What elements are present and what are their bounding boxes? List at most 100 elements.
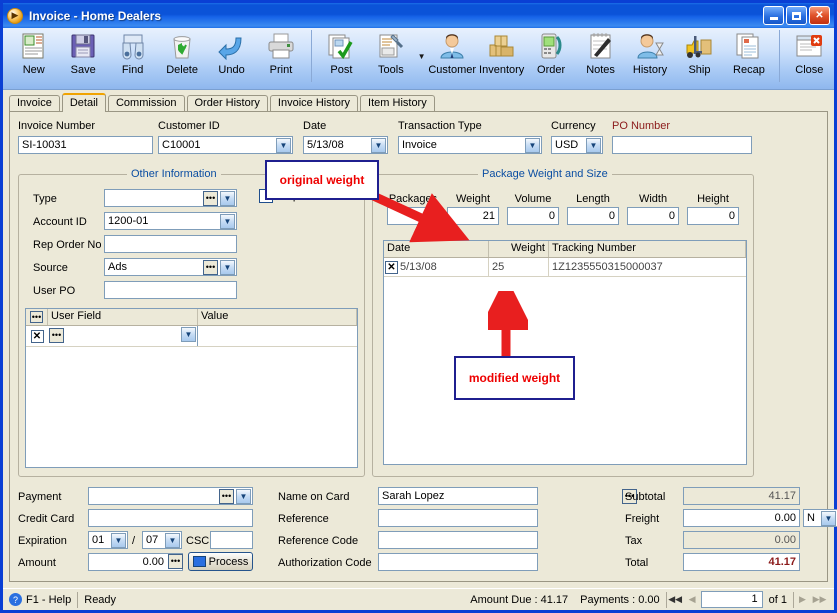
toolbar-button-history[interactable]: History [625, 28, 674, 86]
value-cell[interactable] [198, 326, 357, 346]
chevron-down-icon[interactable]: ▼ [181, 327, 196, 342]
process-button[interactable]: Process [188, 552, 253, 571]
chevron-down-icon[interactable]: ▼ [236, 489, 251, 504]
toolbar-button-ship[interactable]: Ship [675, 28, 724, 86]
toolbar-button-notes[interactable]: Notes [576, 28, 625, 86]
chevron-down-icon[interactable]: ▼ [276, 138, 291, 153]
height-column: Height 0 [687, 193, 739, 225]
authorization-code-input[interactable] [378, 553, 538, 571]
ellipsis-lookup-icon[interactable]: ••• [49, 328, 64, 343]
payment-combo[interactable]: ••• ▼ [88, 487, 253, 505]
toolbar-button-order[interactable]: Order [526, 28, 575, 86]
payments-label: Payments : 0.00 [580, 593, 660, 606]
volume-input[interactable]: 0 [507, 207, 559, 225]
toolbar-button-tools[interactable]: Tools [366, 28, 415, 86]
chevron-down-icon[interactable]: ▼ [220, 191, 235, 206]
currency-combo[interactable]: USD ▼ [551, 136, 603, 154]
page-number-input[interactable]: 1 [700, 591, 763, 608]
chevron-down-icon[interactable]: ▼ [165, 533, 180, 548]
toolbar-button-post[interactable]: Post [317, 28, 366, 86]
rep-order-no-input[interactable] [104, 235, 237, 253]
type-combo[interactable]: ••• ▼ [104, 189, 237, 207]
reference-input[interactable] [378, 509, 538, 527]
expiration-month-combo[interactable]: 01 ▼ [88, 531, 128, 549]
chevron-down-icon[interactable]: ▼ [525, 138, 540, 153]
packages-grid[interactable]: Date Weight Tracking Number ✕ 5/13/08 25… [383, 240, 747, 465]
freight-input[interactable]: 0.00 [683, 509, 800, 527]
name-on-card-input[interactable]: Sarah Lopez ••• [378, 487, 637, 505]
minimize-button[interactable] [763, 6, 784, 25]
user-field-cell[interactable]: ••• ▼ [48, 326, 198, 346]
delete-row-icon[interactable]: ✕ [30, 329, 44, 343]
nav-prev-button[interactable]: ◀ [684, 591, 701, 608]
toolbar-button-find[interactable]: Find [108, 28, 157, 86]
column-header-value: Value [198, 309, 357, 325]
window-title: Invoice - Home Dealers [29, 8, 162, 23]
printer-icon [266, 31, 296, 61]
nav-next-button[interactable]: ▶ [794, 591, 811, 608]
nav-last-button[interactable]: ▶▶ [811, 591, 828, 608]
tab-order-history[interactable]: Order History [186, 95, 268, 111]
maximize-button[interactable] [786, 6, 807, 25]
toolbar-button-customer[interactable]: Customer [427, 28, 476, 86]
user-po-input[interactable] [104, 281, 237, 299]
source-combo[interactable]: Ads ••• ▼ [104, 258, 237, 276]
nav-first-button[interactable]: ◀◀ [667, 591, 684, 608]
tracking-number-cell[interactable]: 1Z1235550315000037 [549, 258, 746, 276]
toolbar-button-save[interactable]: Save [58, 28, 107, 86]
account-id-combo[interactable]: 1200-01 ▼ [104, 212, 237, 230]
credit-card-input[interactable] [88, 509, 253, 527]
table-row[interactable]: ✕ 5/13/08 25 1Z1235550315000037 [384, 258, 746, 277]
length-input[interactable]: 0 [567, 207, 619, 225]
tab-detail[interactable]: Detail [61, 93, 106, 112]
ellipsis-lookup-icon[interactable]: ••• [203, 191, 218, 206]
chevron-down-icon[interactable]: ▼ [111, 533, 126, 548]
toolbar-button-close[interactable]: Close [785, 28, 834, 86]
chevron-down-icon[interactable]: ▼ [586, 138, 601, 153]
date-cell[interactable]: ✕ 5/13/08 [384, 258, 489, 276]
ellipsis-lookup-icon[interactable]: ••• [203, 260, 218, 275]
po-number-input[interactable] [612, 136, 752, 154]
tab-item-history[interactable]: Item History [360, 95, 435, 111]
close-button[interactable]: ✕ [809, 6, 830, 25]
chevron-down-icon[interactable]: ▼ [371, 138, 386, 153]
tab-commission[interactable]: Commission [107, 95, 185, 111]
row-delete-cell[interactable]: ✕ [26, 326, 48, 346]
toolbar-button-print[interactable]: Print [256, 28, 305, 86]
table-row[interactable]: ✕ ••• ▼ [26, 326, 357, 347]
ellipsis-lookup-icon[interactable]: ••• [219, 489, 234, 504]
expiration-label: Expiration [18, 535, 67, 547]
chevron-down-icon[interactable]: ▼ [416, 28, 428, 84]
user-fields-grid[interactable]: ••• User Field Value ✕ ••• ▼ [25, 308, 358, 468]
transaction-type-combo[interactable]: Invoice ▼ [398, 136, 542, 154]
tax-label: Tax [625, 535, 643, 547]
reference-code-input[interactable] [378, 531, 538, 549]
user-po-label: User PO [33, 285, 76, 297]
tab-invoice-history[interactable]: Invoice History [269, 95, 359, 111]
toolbar-button-undo[interactable]: Undo [207, 28, 256, 86]
chevron-down-icon[interactable]: ▼ [821, 511, 836, 526]
ellipsis-lookup-icon[interactable]: ••• [30, 311, 43, 323]
invoice-number-input[interactable]: SI-10031 [18, 136, 153, 154]
toolbar-button-new[interactable]: New [9, 28, 58, 86]
toolbar-button-recap[interactable]: Recap [724, 28, 773, 86]
toolbar-label: Order [537, 64, 566, 76]
delete-row-icon[interactable]: ✕ [385, 260, 398, 274]
width-input[interactable]: 0 [627, 207, 679, 225]
customer-id-combo[interactable]: C10001 ▼ [158, 136, 293, 154]
chevron-down-icon[interactable]: ▼ [220, 260, 235, 275]
toolbar-button-inventory[interactable]: Inventory [477, 28, 526, 86]
grid-weight-cell[interactable]: 25 [489, 258, 549, 276]
chevron-down-icon[interactable]: ▼ [220, 214, 235, 229]
help-cell[interactable]: ? F1 - Help [3, 591, 77, 609]
csc-input[interactable] [210, 531, 253, 549]
grid-selector-cell[interactable]: ••• [26, 309, 48, 325]
tab-invoice[interactable]: Invoice [9, 95, 60, 111]
volume-column: Volume 0 [507, 193, 559, 225]
ellipsis-lookup-icon[interactable]: ••• [168, 554, 183, 569]
height-input[interactable]: 0 [687, 207, 739, 225]
toolbar-button-delete[interactable]: Delete [157, 28, 206, 86]
freight-taxable-combo[interactable]: N ▼ [803, 509, 837, 527]
expiration-year-combo[interactable]: 07 ▼ [142, 531, 182, 549]
date-combo[interactable]: 5/13/08 ▼ [303, 136, 388, 154]
